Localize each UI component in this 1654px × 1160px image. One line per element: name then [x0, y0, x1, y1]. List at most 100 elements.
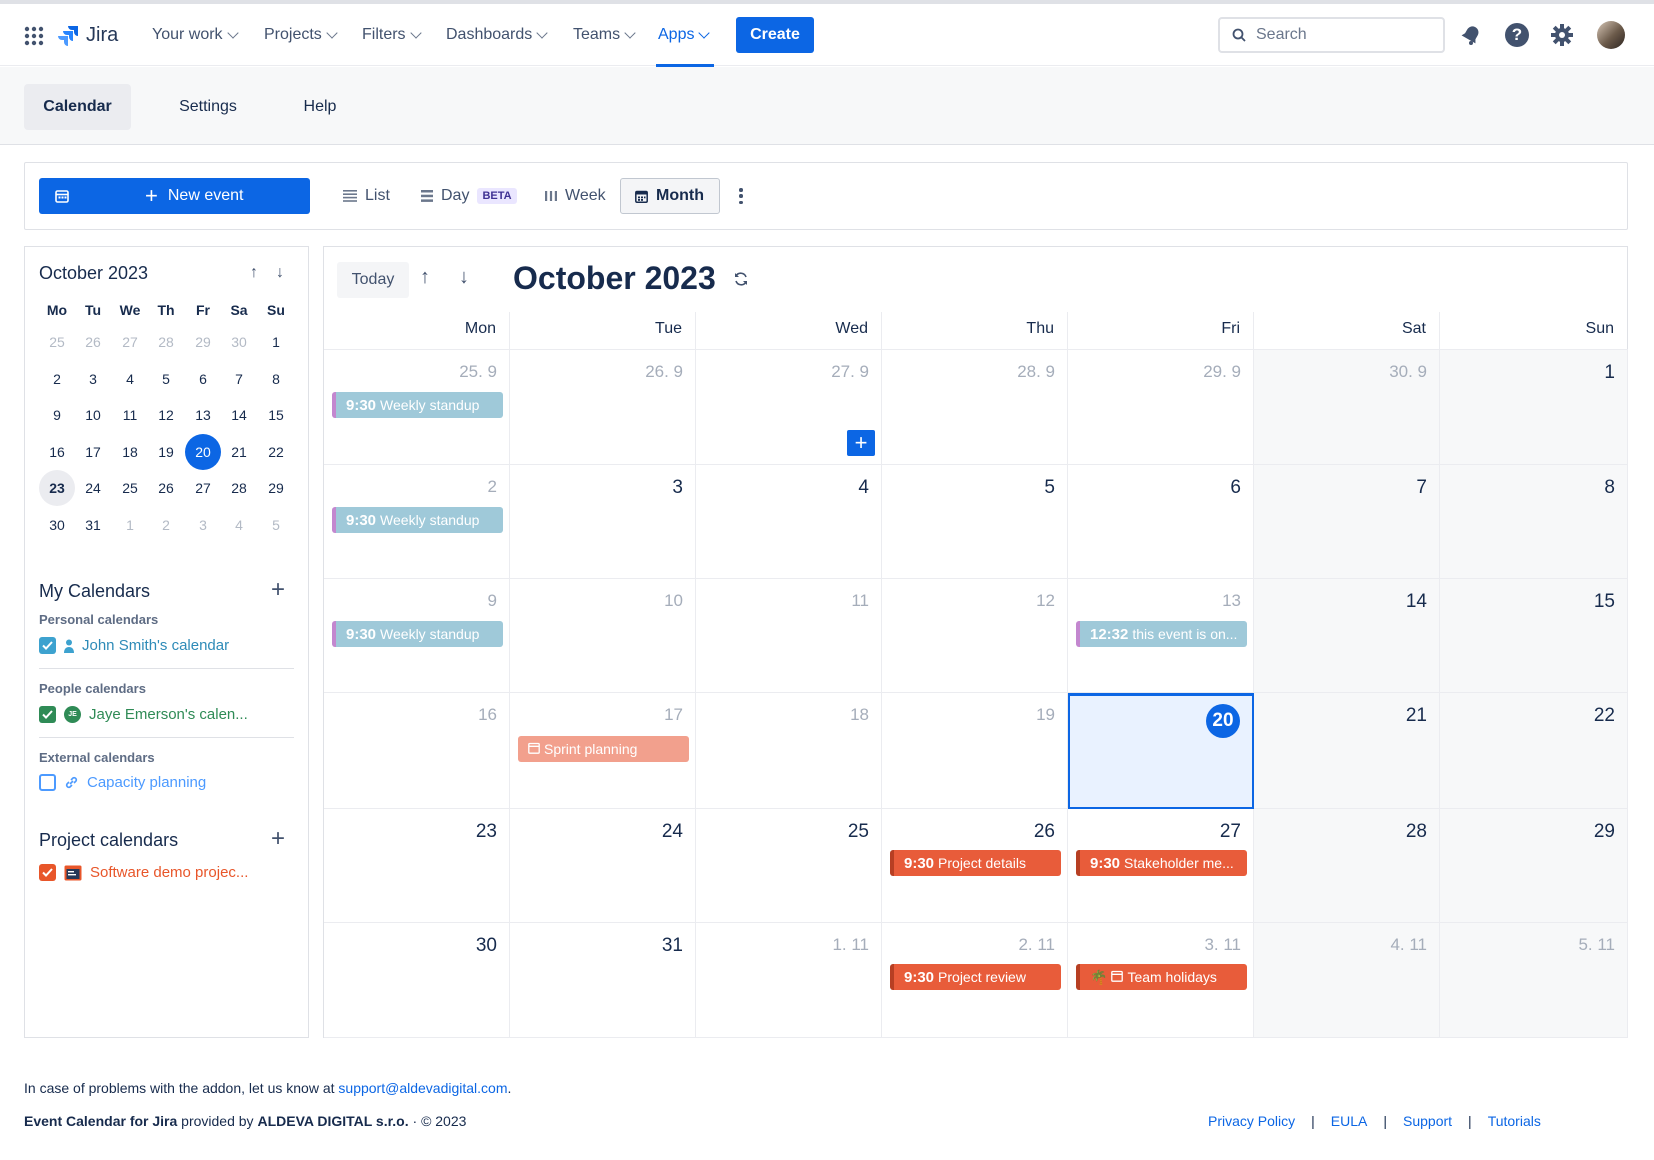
settings-gear-icon[interactable]	[1550, 23, 1574, 50]
mini-day[interactable]: 11	[112, 397, 148, 433]
notifications-icon[interactable]	[1460, 24, 1482, 49]
day-cell[interactable]: 1	[1440, 350, 1628, 465]
day-cell[interactable]: 12	[882, 579, 1068, 693]
new-event-button[interactable]: + New event	[39, 178, 310, 214]
calendar-event[interactable]: 9:30 Project details	[890, 850, 1061, 876]
day-cell[interactable]: 23	[324, 809, 510, 923]
calendar-item-external[interactable]: Capacity planning	[39, 774, 206, 791]
tutorials-link[interactable]: Tutorials	[1488, 1113, 1541, 1129]
add-calendar-plus-icon[interactable]: +	[271, 578, 285, 602]
mini-day[interactable]: 4	[221, 507, 257, 543]
nav-dashboards[interactable]: Dashboards	[446, 26, 548, 44]
mini-day[interactable]: 28	[148, 324, 184, 360]
day-cell[interactable]: 29	[1440, 809, 1628, 923]
mini-day[interactable]: 19	[148, 434, 184, 470]
day-cell[interactable]: 11	[696, 579, 882, 693]
app-switcher-icon[interactable]	[24, 26, 44, 46]
today-button[interactable]: Today	[337, 262, 409, 298]
day-cell[interactable]: 4	[696, 465, 882, 579]
mini-day[interactable]: 8	[258, 361, 294, 397]
day-cell[interactable]: 30. 9	[1254, 350, 1440, 465]
day-cell[interactable]: 20	[1068, 693, 1254, 809]
day-cell[interactable]: 19	[882, 693, 1068, 809]
support-email-link[interactable]: support@aldevadigital.com	[338, 1080, 507, 1096]
calendar-item-personal[interactable]: John Smith's calendar	[39, 637, 229, 654]
day-cell[interactable]: 22	[1440, 693, 1628, 809]
day-cell[interactable]: 1. 11	[696, 923, 882, 1038]
calendar-event[interactable]: 9:30 Weekly standup	[332, 621, 503, 647]
next-month-arrow-icon[interactable]: ↓	[459, 266, 469, 289]
day-cell[interactable]: 7	[1254, 465, 1440, 579]
calendar-event[interactable]: 9:30 Project review	[890, 964, 1061, 990]
search-input[interactable]: Search	[1218, 17, 1445, 53]
mini-day[interactable]: 30	[221, 324, 257, 360]
view-list-button[interactable]: List	[343, 178, 390, 214]
day-cell[interactable]: 24	[510, 809, 696, 923]
mini-day[interactable]: 9	[39, 397, 75, 433]
day-cell[interactable]: 18	[696, 693, 882, 809]
help-icon[interactable]: ?	[1505, 23, 1529, 47]
checkbox-checked-icon[interactable]	[39, 706, 56, 723]
mini-day[interactable]: 2	[39, 361, 75, 397]
create-button[interactable]: Create	[736, 17, 814, 53]
mini-day[interactable]: 6	[185, 361, 221, 397]
mini-day[interactable]: 5	[148, 361, 184, 397]
mini-day[interactable]: 12	[148, 397, 184, 433]
mini-day[interactable]: 3	[75, 361, 111, 397]
day-cell[interactable]: 28. 9	[882, 350, 1068, 465]
prev-month-arrow-icon[interactable]: ↑	[420, 266, 430, 289]
mini-day[interactable]: 10	[75, 397, 111, 433]
mini-day[interactable]: 18	[112, 434, 148, 470]
mini-day[interactable]: 4	[112, 361, 148, 397]
mini-day[interactable]: 20	[185, 433, 221, 470]
eula-link[interactable]: EULA	[1331, 1113, 1368, 1129]
mini-day[interactable]: 1	[258, 324, 294, 360]
refresh-icon[interactable]	[733, 271, 749, 290]
checkbox-checked-icon[interactable]	[39, 864, 56, 881]
view-day-button[interactable]: Day BETA	[421, 178, 517, 214]
day-cell[interactable]: 25	[696, 809, 882, 923]
day-cell[interactable]: 28	[1254, 809, 1440, 923]
tab-settings[interactable]: Settings	[163, 84, 253, 130]
calendar-event[interactable]: 9:30 Stakeholder me...	[1076, 850, 1247, 876]
day-cell[interactable]: 6	[1068, 465, 1254, 579]
add-event-plus-button[interactable]: +	[847, 430, 875, 456]
day-cell[interactable]: 5	[882, 465, 1068, 579]
mini-day[interactable]: 26	[75, 324, 111, 360]
day-cell[interactable]: 5. 11	[1440, 923, 1628, 1038]
mini-day[interactable]: 22	[258, 434, 294, 470]
mini-day[interactable]: 29	[185, 324, 221, 360]
mini-day[interactable]: 15	[258, 397, 294, 433]
view-week-button[interactable]: Week	[545, 178, 606, 214]
more-options-icon[interactable]	[738, 188, 744, 204]
calendar-event[interactable]: 9:30 Weekly standup	[332, 507, 503, 533]
mini-day[interactable]: 31	[75, 507, 111, 543]
day-cell[interactable]: 14	[1254, 579, 1440, 693]
mini-day[interactable]: 5	[258, 507, 294, 543]
calendar-event[interactable]: Sprint planning	[518, 736, 689, 762]
nav-filters[interactable]: Filters	[362, 26, 422, 44]
day-cell[interactable]: 10	[510, 579, 696, 693]
user-avatar[interactable]	[1597, 21, 1625, 49]
calendar-event[interactable]: 9:30 Weekly standup	[332, 392, 503, 418]
mini-day[interactable]: 21	[221, 434, 257, 470]
mini-day[interactable]: 27	[112, 324, 148, 360]
mini-day[interactable]: 16	[39, 434, 75, 470]
mini-day[interactable]: 17	[75, 434, 111, 470]
day-cell[interactable]: 4. 11	[1254, 923, 1440, 1038]
day-cell[interactable]: 26. 9	[510, 350, 696, 465]
tab-help[interactable]: Help	[290, 84, 350, 130]
mini-day[interactable]: 30	[39, 507, 75, 543]
day-cell[interactable]: 29. 9	[1068, 350, 1254, 465]
view-month-button[interactable]: Month	[620, 178, 720, 214]
calendar-item-project[interactable]: Software demo projec...	[39, 864, 248, 881]
mini-day[interactable]: 3	[185, 507, 221, 543]
mini-day[interactable]: 13	[185, 397, 221, 433]
checkbox-unchecked-icon[interactable]	[39, 774, 56, 791]
day-cell[interactable]: 15	[1440, 579, 1628, 693]
calendar-item-people[interactable]: JE Jaye Emerson's calen...	[39, 706, 248, 723]
nav-teams[interactable]: Teams	[573, 26, 636, 44]
mini-next-arrow-icon[interactable]: ↓	[276, 264, 284, 282]
add-project-calendar-plus-icon[interactable]: +	[271, 827, 285, 851]
tab-calendar[interactable]: Calendar	[24, 84, 131, 130]
